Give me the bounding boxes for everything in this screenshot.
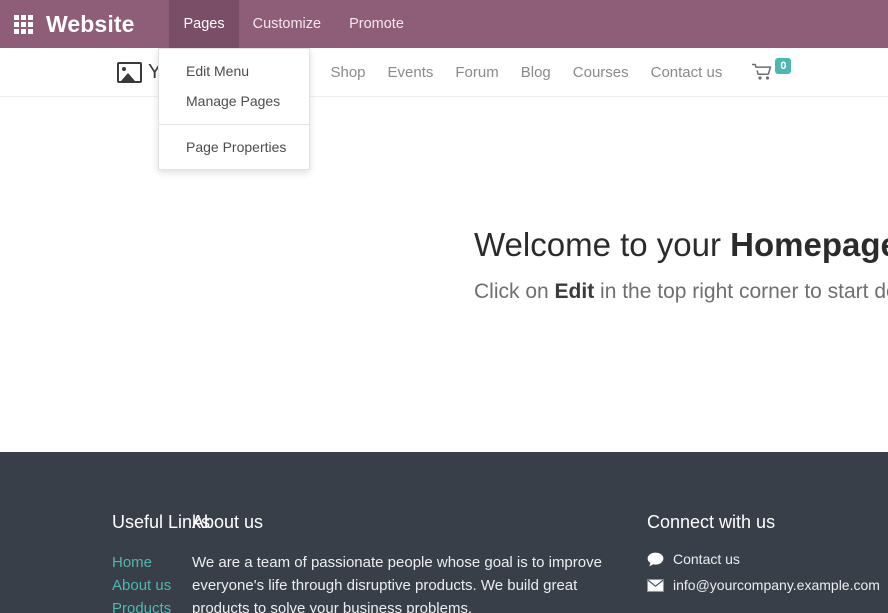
- menu-item-promote[interactable]: Promote: [335, 0, 418, 48]
- website-navbar: Your Logo Home Shop Events Forum Blog Co…: [0, 48, 888, 97]
- nav-link-events[interactable]: Events: [388, 64, 434, 81]
- hero-title: Welcome to your Homepage!: [474, 225, 888, 265]
- apps-grid-icon: [13, 14, 33, 34]
- footer-link-home[interactable]: Home: [112, 551, 192, 574]
- footer-contact-label: Contact us: [673, 551, 740, 567]
- hero-title-strong: Homepage: [730, 226, 888, 263]
- apps-grid-button[interactable]: [0, 0, 46, 48]
- nav-link-forum[interactable]: Forum: [455, 64, 498, 81]
- pages-dropdown-menu: Edit Menu Manage Pages Page Properties: [158, 48, 310, 170]
- footer-heading-useful-links: Useful Links: [112, 512, 211, 532]
- hero-section: Welcome to your Homepage! Click on Edit …: [0, 97, 888, 452]
- footer-link-products[interactable]: Products: [112, 597, 192, 613]
- app-brand-title: Website: [46, 10, 135, 37]
- comment-icon: [647, 552, 664, 566]
- cart-widget[interactable]: 0: [752, 58, 792, 81]
- shopping-cart-icon: [752, 63, 772, 80]
- backend-topbar: Website Pages Customize Promote: [0, 0, 888, 48]
- menu-item-customize[interactable]: Customize: [239, 0, 336, 48]
- footer-about-text: We are a team of passionate people whose…: [192, 554, 602, 613]
- nav-link-shop[interactable]: Shop: [330, 64, 365, 81]
- hero-sub-strong: Edit: [554, 280, 595, 303]
- hero-title-lead: Welcome to your: [474, 226, 731, 263]
- footer-heading-about-us: About us: [192, 512, 264, 532]
- website-footer: Useful Links Home About us Products Abou…: [0, 452, 888, 613]
- image-placeholder-icon: [117, 61, 142, 83]
- cart-count-badge: 0: [775, 58, 792, 74]
- menu-item-pages[interactable]: Pages: [169, 0, 239, 48]
- backend-menu: Pages Customize Promote: [169, 0, 417, 48]
- footer-column-about: About us We are a team of passionate peo…: [192, 512, 647, 613]
- nav-link-courses[interactable]: Courses: [573, 64, 629, 81]
- footer-column-useful-links: Useful Links Home About us Products: [0, 512, 211, 613]
- hero-sub-tail: in the top right corner to start designi…: [600, 280, 888, 303]
- nav-link-blog[interactable]: Blog: [521, 64, 551, 81]
- footer-column-connect: Connect with us Contact us info@yourcomp…: [647, 512, 888, 613]
- footer-columns: Useful Links Home About us Products Abou…: [0, 452, 888, 613]
- envelope-icon: [647, 578, 664, 592]
- site-nav-links: Home Shop Events Forum Blog Courses Cont…: [268, 64, 722, 81]
- hero-content: Welcome to your Homepage! Click on Edit …: [474, 225, 888, 305]
- footer-link-about-us[interactable]: About us: [112, 574, 192, 597]
- footer-contact-row[interactable]: Contact us: [647, 551, 888, 567]
- dropdown-item-manage-pages[interactable]: Manage Pages: [159, 86, 309, 116]
- hero-subtitle: Click on Edit in the top right corner to…: [474, 279, 888, 305]
- footer-email-row[interactable]: info@yourcompany.example.com: [647, 577, 888, 593]
- nav-link-contact-us[interactable]: Contact us: [651, 64, 723, 81]
- dropdown-divider: [159, 124, 309, 125]
- dropdown-item-page-properties[interactable]: Page Properties: [159, 132, 309, 162]
- hero-sub-lead: Click on: [474, 280, 555, 303]
- dropdown-item-edit-menu[interactable]: Edit Menu: [159, 56, 309, 86]
- footer-email-label: info@yourcompany.example.com: [673, 577, 880, 593]
- footer-heading-connect: Connect with us: [647, 512, 776, 532]
